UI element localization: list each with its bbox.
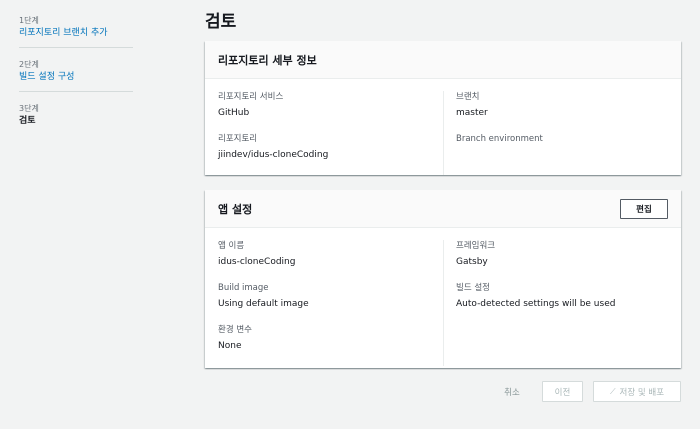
spinner-icon: ⟋ — [609, 386, 616, 396]
build-settings-field: 빌드 설정 Auto-detected settings will be use… — [456, 282, 668, 311]
app-settings-right-column: 프레임워크 Gatsby 빌드 설정 Auto-detected setting… — [443, 240, 668, 366]
environment-variables-value: None — [218, 341, 242, 351]
app-settings-panel: 앱 설정 편집 앱 이름 idus-cloneCoding Build imag… — [205, 190, 681, 368]
step-1: 1단계 리포지토리 브랜치 추가 — [19, 12, 133, 48]
repository-details-panel: 리포지토리 세부 정보 리포지토리 서비스 GitHub 리포지토리 jiind… — [205, 41, 681, 175]
app-settings-title: 앱 설정 — [218, 202, 253, 216]
framework-field: 프레임워크 Gatsby — [456, 240, 668, 269]
repository-service-value: GitHub — [218, 108, 250, 118]
step-3-current: 검토 — [19, 116, 36, 126]
branch-value: master — [456, 108, 488, 118]
framework-value: Gatsby — [456, 257, 488, 267]
save-and-deploy-label: 저장 및 배포 — [619, 387, 665, 398]
build-image-field: Build image Using default image — [218, 282, 431, 311]
repository-details-title: 리포지토리 세부 정보 — [218, 53, 317, 67]
repository-value: jiindev/idus-cloneCoding — [218, 150, 329, 160]
save-and-deploy-button[interactable]: ⟋ 저장 및 배포 — [593, 381, 681, 402]
build-image-label: Build image — [218, 283, 269, 293]
step-2-link[interactable]: 빌드 설정 구성 — [19, 71, 133, 84]
environment-variables-field: 환경 변수 None — [218, 324, 431, 353]
page-title: 검토 — [205, 12, 237, 32]
app-settings-left-column: 앱 이름 idus-cloneCoding Build image Using … — [218, 240, 443, 366]
repository-details-left-column: 리포지토리 서비스 GitHub 리포지토리 jiindev/idus-clon… — [218, 91, 443, 175]
step-2-number: 2단계 — [19, 60, 39, 69]
step-3: 3단계 검토 — [19, 100, 133, 135]
branch-environment-field: Branch environment — [456, 133, 668, 145]
step-2: 2단계 빌드 설정 구성 — [19, 56, 133, 92]
repository-field: 리포지토리 jiindev/idus-cloneCoding — [218, 133, 431, 162]
repository-service-label: 리포지토리 서비스 — [218, 92, 284, 102]
step-3-number: 3단계 — [19, 104, 39, 113]
edit-button[interactable]: 편집 — [620, 198, 668, 219]
build-settings-label: 빌드 설정 — [456, 283, 490, 293]
previous-button[interactable]: 이전 — [542, 381, 583, 402]
wizard-actions: 취소 이전 ⟋ 저장 및 배포 — [492, 381, 681, 402]
repository-details-body: 리포지토리 서비스 GitHub 리포지토리 jiindev/idus-clon… — [205, 79, 681, 187]
build-settings-value: Auto-detected settings will be used — [456, 299, 616, 309]
app-name-value: idus-cloneCoding — [218, 257, 296, 267]
build-image-value: Using default image — [218, 299, 309, 309]
app-settings-header: 앱 설정 편집 — [205, 190, 681, 228]
step-1-number: 1단계 — [19, 16, 39, 25]
framework-label: 프레임워크 — [456, 241, 496, 251]
step-1-link[interactable]: 리포지토리 브랜치 추가 — [19, 27, 133, 40]
repository-service-field: 리포지토리 서비스 GitHub — [218, 91, 431, 120]
environment-variables-label: 환경 변수 — [218, 325, 252, 335]
cancel-button[interactable]: 취소 — [492, 386, 532, 398]
app-name-field: 앱 이름 idus-cloneCoding — [218, 240, 431, 269]
repository-details-header: 리포지토리 세부 정보 — [205, 41, 681, 79]
branch-field: 브랜치 master — [456, 91, 668, 120]
branch-environment-label: Branch environment — [456, 134, 543, 144]
app-settings-body: 앱 이름 idus-cloneCoding Build image Using … — [205, 228, 681, 378]
wizard-steps: 1단계 리포지토리 브랜치 추가 2단계 빌드 설정 구성 3단계 검토 — [19, 12, 133, 143]
repository-details-right-column: 브랜치 master Branch environment — [443, 91, 668, 175]
app-name-label: 앱 이름 — [218, 241, 245, 251]
branch-label: 브랜치 — [456, 92, 480, 102]
repository-label: 리포지토리 — [218, 134, 258, 144]
